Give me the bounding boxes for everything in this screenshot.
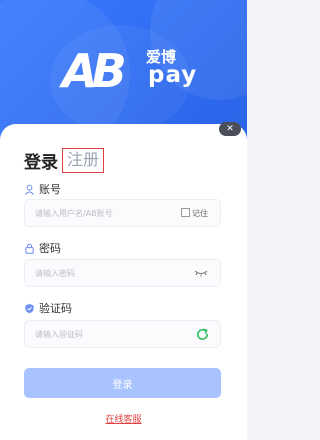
account-input[interactable] [35, 200, 165, 226]
logo-letters: AB [62, 44, 127, 98]
brand-logo: AB 爱博 pay [62, 40, 196, 100]
tab-login[interactable]: 登录 [24, 148, 58, 173]
remember-label: 记住 [192, 209, 208, 218]
captcha-field [24, 320, 221, 348]
logo-pay: pay [148, 62, 198, 88]
captcha-label: 验证码 [24, 300, 72, 316]
password-label-text: 密码 [39, 242, 61, 255]
close-icon[interactable]: ✕ [219, 122, 241, 136]
checkbox-icon [181, 208, 190, 217]
refresh-icon[interactable] [195, 327, 210, 342]
account-field: 记住 [24, 199, 221, 227]
shield-icon [25, 303, 34, 314]
user-icon [24, 184, 35, 195]
account-label: 账号 [24, 181, 61, 197]
eye-closed-icon[interactable] [194, 268, 208, 278]
password-field [24, 259, 221, 287]
account-label-text: 账号 [39, 183, 61, 196]
captcha-input[interactable] [35, 321, 165, 347]
lock-icon [25, 243, 34, 254]
remember-checkbox[interactable]: 记住 [181, 208, 208, 219]
password-label: 密码 [24, 240, 61, 256]
online-service-link[interactable]: 在线客服 [0, 412, 247, 425]
tab-register[interactable]: 注册 [62, 148, 104, 173]
password-input[interactable] [35, 260, 165, 286]
login-button[interactable]: 登录 [24, 368, 221, 398]
captcha-label-text: 验证码 [39, 302, 72, 315]
